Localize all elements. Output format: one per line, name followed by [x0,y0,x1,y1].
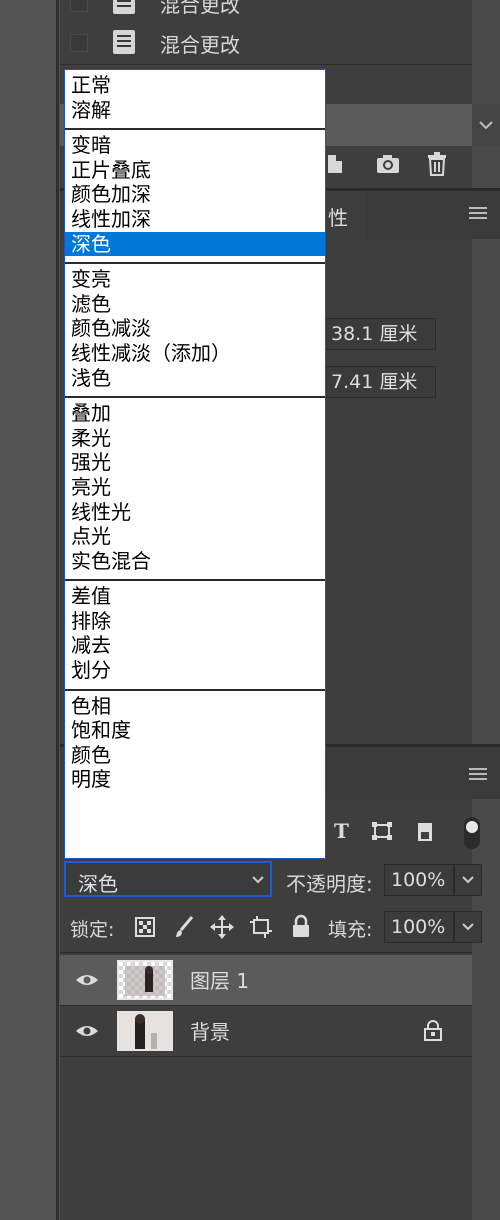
blend-mode-option[interactable]: 实色混合 [65,549,325,574]
opacity-label: 不透明度: [286,872,373,896]
layer-name[interactable]: 背景 [190,1016,230,1045]
trash-icon[interactable] [425,150,449,178]
opacity-dropdown[interactable] [454,864,482,896]
blend-mode-group: 正常 溶解 [65,70,325,131]
history-snapshot-checkbox[interactable] [70,0,88,12]
blend-mode-select[interactable]: 深色 [64,861,272,897]
layer-row-selected[interactable]: 图层 1 [60,955,472,1005]
lock-transparent-pixels-icon[interactable] [134,916,156,938]
tab-properties-label: 性 [328,206,348,230]
history-state-icon [113,30,135,54]
blend-mode-option[interactable]: 线性减淡（添加） [65,341,325,366]
blend-mode-group: 变暗 正片叠底 颜色加深 线性加深 深色 [65,130,325,265]
width-field[interactable]: 38.1 厘米 [324,318,436,350]
shape-filter-icon[interactable] [370,820,394,842]
blend-mode-option[interactable]: 浅色 [65,366,325,391]
blend-mode-option[interactable]: 线性加深 [65,207,325,232]
blend-mode-group: 变亮 滤色 颜色减淡 线性减淡（添加） 浅色 [65,264,325,399]
blend-mode-option[interactable]: 颜色加深 [65,182,325,207]
lock-icon [424,1020,442,1041]
blend-mode-option[interactable]: 强光 [65,450,325,475]
lock-artboard-icon[interactable] [248,914,274,940]
blend-mode-option[interactable]: 颜色 [65,743,325,768]
blend-mode-option[interactable]: 亮光 [65,475,325,500]
blend-mode-option[interactable]: 点光 [65,524,325,549]
fill-label: 填充: [328,919,373,941]
fill-dropdown[interactable] [454,911,482,943]
layer-thumbnail [117,1011,173,1051]
blend-mode-option[interactable]: 深色 [65,231,325,257]
lock-label: 锁定: [70,919,115,941]
eye-icon[interactable] [75,1024,99,1038]
blend-mode-option[interactable]: 差值 [65,584,325,609]
left-gutter [0,0,58,1220]
blend-mode-option[interactable]: 饱和度 [65,718,325,743]
filter-toggle-icon[interactable] [460,815,484,851]
history-state-icon [113,0,135,14]
blend-mode-option[interactable]: 正片叠底 [65,158,325,183]
history-snapshot-checkbox[interactable] [70,34,88,52]
height-field[interactable]: 7.41 厘米 [324,366,436,398]
divider [60,952,472,953]
history-item[interactable]: 混合更改 [60,20,472,65]
lock-all-icon[interactable] [290,914,312,940]
history-item-label: 混合更改 [160,0,240,17]
blend-mode-dropdown-list: 正常 溶解 变暗 正片叠底 颜色加深 线性加深 深色 变亮 滤色 颜色减淡 线性减淡（添加） 浅色 叠加… [64,69,326,859]
blend-mode-option[interactable]: 柔光 [65,426,325,451]
blend-mode-option[interactable]: 变暗 [65,133,325,158]
lock-position-move-icon[interactable] [210,914,234,940]
eye-icon[interactable] [75,973,99,987]
blend-mode-option[interactable]: 正常 [65,73,325,98]
blend-mode-option[interactable]: 颜色减淡 [65,316,325,341]
properties-scrollbar[interactable] [472,239,500,744]
layer-row[interactable]: 背景 [60,1005,472,1057]
new-document-icon[interactable] [325,152,347,176]
camera-icon[interactable] [375,152,401,176]
layer-thumbnail [117,960,173,1000]
blend-mode-option[interactable]: 叠加 [65,401,325,426]
lock-image-pixels-brush-icon[interactable] [172,914,196,940]
blend-mode-option[interactable]: 减去 [65,633,325,658]
blend-mode-group: 色相 饱和度 颜色 明度 [65,691,325,798]
history-item-label: 混合更改 [160,33,240,57]
svg-text:T: T [334,820,349,842]
opacity-field[interactable]: 100% [384,864,454,896]
history-scroll-down[interactable] [472,104,500,146]
chevron-down-icon [479,121,493,130]
chevron-down-icon [462,876,474,884]
layer-name[interactable]: 图层 1 [190,965,249,994]
chevron-down-icon [252,876,264,884]
blend-mode-group: 叠加 柔光 强光 亮光 线性光 点光 实色混合 [65,398,325,582]
tab-properties[interactable]: 性 [320,191,365,239]
blend-mode-option[interactable]: 划分 [65,658,325,683]
blend-mode-option[interactable]: 线性光 [65,500,325,525]
type-filter-icon[interactable]: T [332,820,352,842]
blend-mode-option[interactable]: 变亮 [65,267,325,292]
panel-menu-icon[interactable] [468,205,488,221]
fill-field[interactable]: 100% [384,911,454,943]
blend-mode-option[interactable]: 明度 [65,767,325,792]
blend-mode-value: 深色 [78,872,118,896]
chevron-down-icon [462,923,474,931]
blend-mode-option[interactable]: 溶解 [65,98,325,123]
panel-menu-icon[interactable] [468,766,488,782]
layers-scroll-gutter [472,799,500,1220]
panel-divider [56,0,59,1220]
blend-mode-group: 差值 排除 减去 划分 [65,581,325,691]
blend-mode-option[interactable]: 色相 [65,694,325,719]
blend-mode-option[interactable]: 滤色 [65,292,325,317]
smart-object-filter-icon[interactable] [414,820,436,844]
blend-mode-option[interactable]: 排除 [65,609,325,634]
